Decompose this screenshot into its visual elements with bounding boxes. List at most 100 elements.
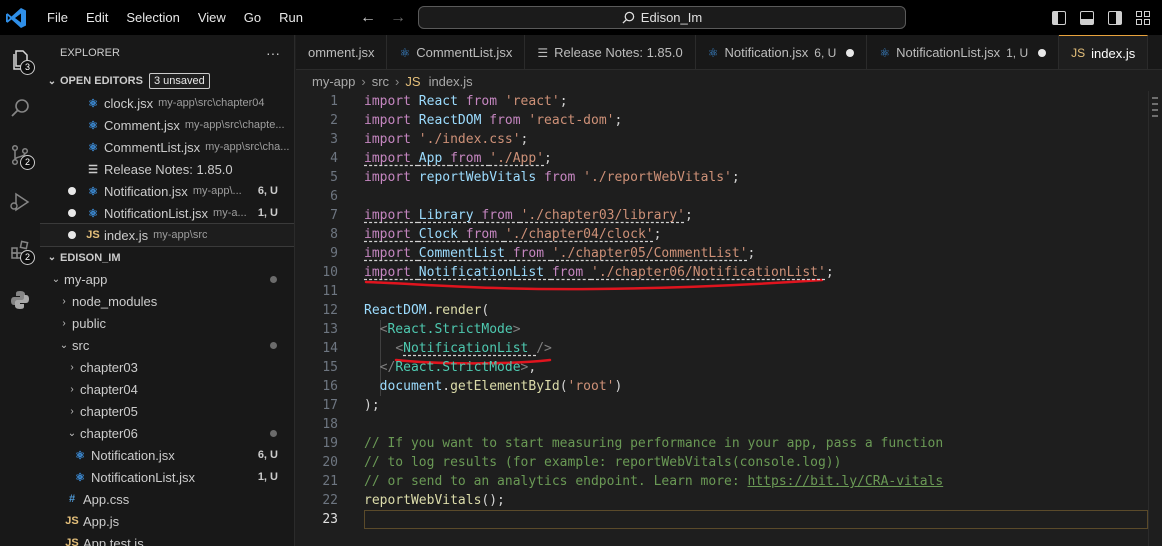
file-path: my-app\... bbox=[192, 185, 242, 197]
minimap-mark bbox=[1152, 115, 1158, 117]
tree-file[interactable]: JS App.js bbox=[40, 510, 294, 532]
search-activity[interactable] bbox=[0, 85, 40, 131]
run-debug-activity[interactable] bbox=[0, 179, 40, 225]
tree-folder[interactable]: › node_modules bbox=[40, 290, 294, 312]
code-token: from bbox=[465, 227, 505, 242]
file-path: my-a... bbox=[213, 207, 247, 219]
forward-arrow-icon[interactable]: → bbox=[390, 9, 406, 27]
unsaved-dot-icon bbox=[68, 231, 76, 239]
code-token: ; bbox=[614, 113, 623, 128]
tree-file[interactable]: # App.css bbox=[40, 488, 294, 510]
open-editors-section[interactable]: ⌄ OPEN EDITORS 3 unsaved bbox=[40, 70, 294, 92]
code-token: Clock bbox=[418, 227, 466, 242]
tab-omment-jsx[interactable]: omment.jsx bbox=[296, 35, 388, 69]
more-actions-icon[interactable]: ··· bbox=[266, 45, 280, 61]
open-editor-item[interactable]: ☰ Release Notes: 1.85.0 bbox=[40, 158, 294, 180]
tree-file[interactable]: ⚛ Notification.jsx 6, U bbox=[40, 444, 294, 466]
code-token: './chapter04/clock' bbox=[504, 227, 654, 242]
workspace-section[interactable]: ⌄ EDISON_IM bbox=[40, 246, 294, 268]
tree-folder[interactable]: › public bbox=[40, 312, 294, 334]
code-token: ; bbox=[544, 151, 552, 166]
code-editor[interactable]: 1 import React from 'react'; 2 import React… bbox=[296, 91, 1162, 546]
tab-commentlist-jsx[interactable]: ⚛ CommentList.jsx bbox=[387, 35, 526, 69]
file-name: Comment.jsx bbox=[104, 117, 180, 133]
menu-file[interactable]: File bbox=[38, 0, 77, 35]
tree-folder[interactable]: ⌄ src bbox=[40, 334, 294, 356]
react-file-icon: ⚛ bbox=[88, 141, 98, 154]
tree-file[interactable]: JS App.test.js bbox=[40, 532, 294, 546]
line-number: 16 bbox=[322, 379, 338, 394]
tree-folder[interactable]: ⌄ my-app bbox=[40, 268, 294, 290]
code-token: NotificationList bbox=[403, 341, 537, 356]
react-file-icon: ⚛ bbox=[88, 97, 98, 110]
code-token: from bbox=[544, 170, 584, 185]
toggle-secondary-sidebar-icon[interactable] bbox=[1108, 10, 1122, 25]
code-token: ; bbox=[520, 132, 529, 147]
open-editor-item[interactable]: JS index.js my-app\src bbox=[40, 223, 294, 247]
customize-layout-icon[interactable] bbox=[1136, 10, 1150, 25]
breadcrumb-item[interactable]: index.js bbox=[429, 74, 473, 89]
menu-edit[interactable]: Edit bbox=[77, 0, 117, 35]
code-token: ; bbox=[559, 94, 568, 109]
tab-release-notes-1-85-0[interactable]: ☰ Release Notes: 1.85.0 bbox=[525, 35, 696, 69]
tree-label: public bbox=[72, 315, 106, 331]
tab-notificationlist-jsx[interactable]: ⚛ NotificationList.jsx 1, U bbox=[867, 35, 1060, 69]
command-center[interactable]: Edison_Im bbox=[418, 6, 906, 29]
code-token: ; bbox=[684, 208, 693, 223]
toggle-panel-icon[interactable] bbox=[1080, 10, 1094, 25]
tree-folder[interactable]: › chapter04 bbox=[40, 378, 294, 400]
code-token: Library bbox=[418, 208, 482, 223]
code-token: './chapter03/library' bbox=[520, 208, 685, 223]
code-line: 19 // If you want to start measuring perf… bbox=[296, 434, 1148, 453]
code-line: 7 import Library from './chapter03/librar… bbox=[296, 206, 1148, 225]
tree-folder[interactable]: › chapter03 bbox=[40, 356, 294, 378]
code-token: ReactDOM bbox=[364, 303, 427, 318]
menu-go[interactable]: Go bbox=[235, 0, 270, 35]
menu-view[interactable]: View bbox=[189, 0, 235, 35]
line-number: 4 bbox=[330, 151, 338, 166]
python-activity[interactable] bbox=[0, 277, 40, 323]
toggle-sidebar-icon[interactable] bbox=[1052, 10, 1066, 25]
explorer-activity[interactable]: 3 bbox=[0, 37, 40, 83]
code-token: './App' bbox=[489, 151, 545, 166]
line-code: import React from 'react'; bbox=[364, 94, 568, 109]
code-line: 12 ReactDOM.render( bbox=[296, 301, 1148, 320]
react-file-icon: ⚛ bbox=[88, 185, 98, 198]
code-token: </ bbox=[379, 360, 396, 375]
file-path: my-app\src\cha... bbox=[205, 141, 290, 153]
git-status-badge: 1, U bbox=[257, 207, 278, 219]
release-notes-icon: ☰ bbox=[88, 163, 98, 176]
minimap-scrollbar[interactable] bbox=[1148, 91, 1162, 546]
breadcrumb-item[interactable]: my-app bbox=[312, 74, 355, 89]
code-token: render bbox=[434, 303, 482, 318]
open-editor-item[interactable]: ⚛ NotificationList.jsx my-a... 1, U bbox=[40, 202, 294, 224]
file-name: index.js bbox=[104, 227, 149, 243]
modified-dot-icon bbox=[270, 341, 277, 349]
tree-folder[interactable]: › chapter05 bbox=[40, 400, 294, 422]
back-arrow-icon[interactable]: ← bbox=[360, 9, 376, 27]
explorer-title: EXPLORER bbox=[60, 46, 120, 59]
tab-notification-jsx[interactable]: ⚛ Notification.jsx 6, U bbox=[696, 35, 868, 69]
chevron-down-icon: ⌄ bbox=[67, 427, 77, 439]
open-editor-item[interactable]: ⚛ Comment.jsx my-app\src\chapte... bbox=[40, 114, 294, 136]
line-number: 14 bbox=[322, 341, 338, 356]
open-editor-item[interactable]: ⚛ Notification.jsx my-app\... 6, U bbox=[40, 180, 294, 202]
breadcrumb-item[interactable]: src bbox=[372, 74, 389, 89]
open-editor-item[interactable]: ⚛ CommentList.jsx my-app\src\cha... bbox=[40, 136, 294, 158]
line-number: 17 bbox=[322, 398, 338, 413]
source-control-activity[interactable]: 2 bbox=[0, 132, 40, 178]
tree-folder[interactable]: ⌄ chapter06 bbox=[40, 422, 294, 444]
tab-index-js[interactable]: JS index.js bbox=[1059, 35, 1149, 69]
chevron-right-icon: › bbox=[70, 405, 74, 417]
extensions-activity[interactable]: 2 bbox=[0, 227, 40, 273]
menu-run[interactable]: Run bbox=[270, 0, 312, 35]
tab-label: omment.jsx bbox=[308, 45, 375, 60]
release-notes-icon: ☰ bbox=[537, 45, 549, 60]
code-token: . bbox=[442, 379, 451, 394]
open-editor-item[interactable]: ⚛ clock.jsx my-app\src\chapter04 bbox=[40, 92, 294, 114]
tree-file[interactable]: ⚛ NotificationList.jsx 1, U bbox=[40, 466, 294, 488]
code-token: 'react' bbox=[504, 94, 560, 109]
react-file-icon: ⚛ bbox=[88, 207, 98, 220]
menu-selection[interactable]: Selection bbox=[117, 0, 188, 35]
